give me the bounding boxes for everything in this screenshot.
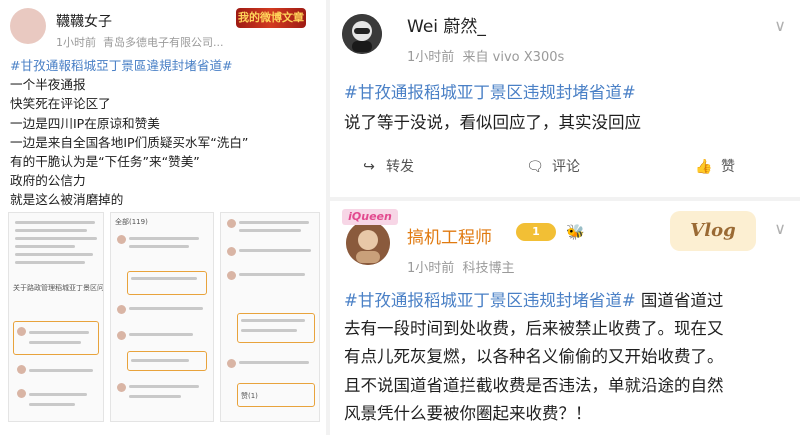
vlog-badge[interactable]: Vlog — [670, 211, 756, 251]
screenshot-caption: 关于路政管理稻城亚丁景区问题的通报 — [13, 284, 104, 292]
comment-button[interactable]: 🗨 评论 — [526, 156, 580, 176]
action-bar: ↪ 转发 🗨 评论 👍 赞 — [330, 152, 800, 182]
post-meta: 1小时前 科技博主 — [407, 257, 515, 276]
avatar-tag: iQueen — [342, 209, 398, 225]
like-button[interactable]: 👍 赞 — [695, 156, 735, 176]
screenshot-image[interactable]: 赞(1) — [220, 212, 320, 422]
body-line: 说了等于没说，看似回应了，其实没回应 — [344, 113, 641, 132]
topic-link[interactable]: #甘孜通报稻城亚丁景区违规封堵省道# — [344, 78, 790, 108]
avatar[interactable] — [342, 14, 382, 54]
body-line: 且不说国道省道拦截收费是否违法，单就沿途的自然 — [344, 375, 724, 395]
left-post: 韈韈女子 我的微博文章 1小时前 青岛多德电子有限公司... #甘孜通報稻城亞丁… — [0, 0, 326, 435]
level-badge: 1 — [516, 223, 556, 241]
username[interactable]: 韈韈女子 — [56, 11, 112, 31]
post-meta: 1小时前 来自 vivo X300s — [407, 46, 564, 65]
screenshot-image[interactable]: 关于路政管理稻城亚丁景区问题的通报 — [8, 212, 104, 422]
post-meta: 1小时前 青岛多德电子有限公司... — [56, 34, 224, 50]
username[interactable]: 搞机工程师 — [407, 223, 492, 248]
screenshot-caption: 赞(1) — [241, 392, 258, 400]
post-source: 来自 vivo X300s — [462, 50, 565, 65]
body-line: 风景凭什么要被你圈起来收费？！ — [344, 403, 592, 423]
body-line: 国道省道过 — [640, 291, 724, 310]
avatar[interactable] — [346, 221, 390, 265]
article-badge[interactable]: 我的微博文章 — [236, 8, 306, 28]
post-device: 青岛多德电子有限公司... — [103, 36, 224, 49]
topic-link[interactable]: #甘孜通報稻城亞丁景區違規封堵省道# — [10, 56, 320, 75]
body-line: 去有一段时间到处收费，后来被禁止收费了。现在又 — [344, 319, 724, 339]
comment-icon: 🗨 — [526, 159, 544, 175]
post-time: 1小时前 — [407, 50, 455, 65]
body-line: 就是这么被消磨掉的 — [10, 192, 124, 208]
post-body: #甘孜通报稻城亚丁景区违规封堵省道# 说了等于没说，看似回应了，其实没回应 — [344, 78, 790, 138]
post-body: #甘孜通报稻城亚丁景区违规封堵省道# 国道省道过 去有一段时间到处收费，后来被禁… — [344, 287, 796, 428]
chevron-down-icon[interactable]: ∨ — [774, 16, 786, 35]
screenshot-caption: 全部(119) — [115, 218, 148, 226]
body-line: 一边是四川IP在原谅和赞美 — [10, 115, 160, 131]
repost-button[interactable]: ↪ 转发 — [360, 156, 414, 176]
body-line: 一个半夜通报 — [10, 77, 86, 93]
like-icon: 👍 — [695, 159, 713, 175]
body-line: 快笑死在评论区了 — [10, 96, 111, 112]
chevron-down-icon[interactable]: ∨ — [774, 219, 786, 238]
post-source: 科技博主 — [462, 261, 515, 276]
body-line: 有点儿死灰复燃，以各种名义偷偷的又开始收费了。 — [344, 347, 724, 367]
screenshot-image[interactable]: 全部(119) — [110, 212, 214, 422]
comment-label: 评论 — [552, 159, 580, 175]
username[interactable]: Wei 蔚然_ — [407, 12, 486, 37]
repost-label: 转发 — [386, 159, 414, 175]
right-bottom-post: iQueen 搞机工程师 1 🐝 Vlog ∨ 1小时前 科技博主 #甘孜通报稻… — [330, 201, 800, 435]
post-time: 1小时前 — [407, 261, 455, 276]
post-time: 1小时前 — [56, 36, 96, 49]
body-line: 有的干脆认为是“下任务”来“赞美” — [10, 154, 200, 170]
avatar[interactable] — [10, 8, 46, 44]
body-line: 政府的公信力 — [10, 173, 86, 189]
topic-link[interactable]: #甘孜通报稻城亚丁景区违规封堵省道# — [344, 291, 636, 310]
body-line: 一边是来自全国各地IP们质疑买水军“洗白” — [10, 134, 249, 150]
repost-icon: ↪ — [363, 159, 375, 175]
post-body: #甘孜通報稻城亞丁景區違規封堵省道# 一个半夜通报 快笑死在评论区了 一边是四川… — [10, 56, 320, 210]
bee-icon: 🐝 — [566, 223, 585, 241]
right-top-post: Wei 蔚然_ 1小时前 来自 vivo X300s ∨ #甘孜通报稻城亚丁景区… — [330, 0, 800, 197]
like-label: 赞 — [721, 159, 735, 175]
